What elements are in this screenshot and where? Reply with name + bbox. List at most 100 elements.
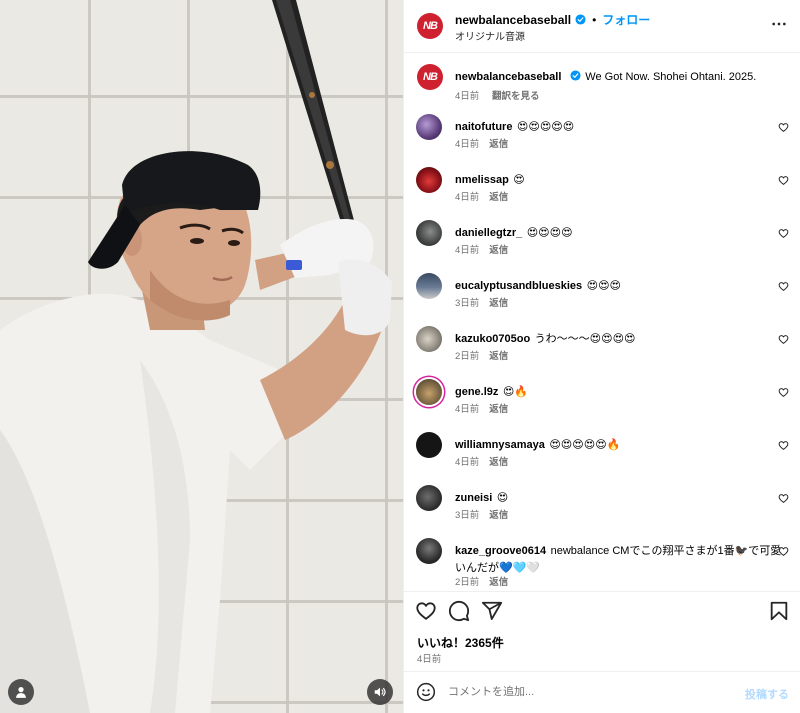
post-comment-button[interactable]: 投稿する <box>745 686 789 702</box>
comment-text: 😍😍😍😍😍 <box>516 121 575 133</box>
comment-like-heart-icon[interactable] <box>778 122 789 133</box>
comment-line: daniellegtzr_ 😍😍😍😍 <box>455 224 785 241</box>
comment-username[interactable]: nmelissap <box>455 174 509 186</box>
comment-like-heart-icon[interactable] <box>778 334 789 345</box>
comment-like-heart-icon[interactable] <box>778 281 789 292</box>
commenter-avatar[interactable] <box>416 273 442 299</box>
commenter-avatar[interactable] <box>416 167 442 193</box>
reply-button[interactable]: 返信 <box>489 245 508 256</box>
comment-item: nmelissap 😍 4日前 返信 <box>404 167 800 219</box>
comment-line: kazuko0705oo うわ〜〜〜😍😍😍😍 <box>455 330 785 347</box>
user-icon <box>16 687 26 698</box>
commenter-avatar[interactable] <box>416 220 442 246</box>
comment-line: gene.l9z 😍🔥 <box>455 383 785 400</box>
comment-item: kazuko0705oo うわ〜〜〜😍😍😍😍 2日前 返信 <box>404 326 800 378</box>
share-send-icon[interactable] <box>481 600 503 622</box>
caption-line: newbalancebaseball We Got Now. Shohei Oh… <box>455 68 785 85</box>
comment-text: 😍 <box>496 492 509 504</box>
reply-button[interactable]: 返信 <box>489 351 508 362</box>
caption-username[interactable]: newbalancebaseball <box>455 71 561 83</box>
comment-like-heart-icon[interactable] <box>778 175 789 186</box>
reply-button[interactable]: 返信 <box>489 510 508 521</box>
comment-text: 😍😍😍😍😍🔥 <box>549 439 621 451</box>
comment-like-heart-icon[interactable] <box>778 440 789 451</box>
comment-like-heart-icon[interactable] <box>778 228 789 239</box>
comment-username[interactable]: eucalyptusandblueskies <box>455 280 582 292</box>
comment-meta: 3日前 返信 <box>455 507 518 521</box>
caption-time: 4日前 <box>455 91 480 102</box>
comment-like-heart-icon[interactable] <box>778 387 789 398</box>
audio-label[interactable]: オリジナル音源 <box>455 28 525 43</box>
comment-time: 2日前 <box>455 577 480 588</box>
account-username[interactable]: newbalancebaseball <box>455 13 571 27</box>
tagged-user-button[interactable] <box>8 679 34 705</box>
more-options-icon[interactable] <box>771 16 787 32</box>
comment-item: daniellegtzr_ 😍😍😍😍 4日前 返信 <box>404 220 800 272</box>
reply-button[interactable]: 返信 <box>489 139 508 150</box>
comment-line: williamnysamaya 😍😍😍😍😍🔥 <box>455 436 785 453</box>
comment-item: naitofuture 😍😍😍😍😍 4日前 返信 <box>404 114 800 166</box>
reply-button[interactable]: 返信 <box>489 457 508 468</box>
comment-username[interactable]: gene.l9z <box>455 386 498 398</box>
commenter-avatar[interactable] <box>416 326 442 352</box>
video-frame-image <box>0 0 392 713</box>
comment-input[interactable] <box>448 681 728 703</box>
comment-meta: 4日前 返信 <box>455 189 518 203</box>
commenter-avatar[interactable] <box>416 379 442 405</box>
comment-username[interactable]: kaze_groove0614 <box>455 545 546 557</box>
header-separator: • <box>592 12 597 27</box>
comments-list[interactable]: NB newbalancebaseball We Got Now. Shohei… <box>404 54 800 591</box>
reply-button[interactable]: 返信 <box>489 192 508 203</box>
translate-button[interactable]: 翻訳を見る <box>492 91 540 102</box>
brand-logo-text: NB <box>423 20 438 32</box>
comment-meta: 4日前 返信 <box>455 136 518 150</box>
comment-composer: 投稿する <box>404 671 800 713</box>
comment-text: 😍 <box>513 174 525 186</box>
reply-button[interactable]: 返信 <box>489 577 508 588</box>
comment-username[interactable]: zuneisi <box>455 492 492 504</box>
comment-meta: 3日前 返信 <box>455 295 518 309</box>
post-header: NB newbalancebaseball • フォロー オリジナル音源 <box>404 0 800 53</box>
follow-button[interactable]: フォロー <box>602 11 650 28</box>
comment-time: 4日前 <box>455 139 480 150</box>
commenter-avatar[interactable] <box>416 114 442 140</box>
comment-username[interactable]: daniellegtzr_ <box>455 227 522 239</box>
sound-toggle-button[interactable] <box>367 679 393 705</box>
comment-time: 4日前 <box>455 457 480 468</box>
comment-like-heart-icon[interactable] <box>778 546 789 557</box>
header-user-line: newbalancebaseball • フォロー <box>455 11 650 28</box>
comment-item: williamnysamaya 😍😍😍😍😍🔥 4日前 返信 <box>404 432 800 484</box>
save-bookmark-icon[interactable] <box>768 600 790 622</box>
comment-username[interactable]: kazuko0705oo <box>455 333 530 345</box>
comment-time: 4日前 <box>455 404 480 415</box>
comment-like-heart-icon[interactable] <box>778 493 789 504</box>
like-heart-icon[interactable] <box>415 600 437 622</box>
account-avatar[interactable]: NB <box>417 13 443 39</box>
emoji-smiley-icon[interactable] <box>416 682 436 702</box>
comment-line: nmelissap 😍 <box>455 171 785 188</box>
comment-line: zuneisi 😍 <box>455 489 785 506</box>
post-actions: いいね！2365件 4日前 <box>404 591 800 671</box>
comment-username[interactable]: naitofuture <box>455 121 512 133</box>
caption-avatar[interactable]: NB <box>417 64 443 90</box>
comment-meta: 4日前 返信 <box>455 454 518 468</box>
caption-meta: 4日前 翻訳を見る <box>455 88 549 102</box>
comment-meta: 2日前 返信 <box>455 574 518 588</box>
brand-logo-text: NB <box>423 71 438 83</box>
post-media[interactable] <box>0 0 403 713</box>
comment-text: 😍😍😍😍 <box>526 227 573 239</box>
like-count[interactable]: いいね！2365件 <box>417 634 504 651</box>
comment-bubble-icon[interactable] <box>448 600 470 622</box>
comment-text: 😍🔥 <box>502 386 529 398</box>
comment-line: eucalyptusandblueskies 😍😍😍 <box>455 277 785 294</box>
commenter-avatar[interactable] <box>416 485 442 511</box>
comment-text: 😍😍😍 <box>586 280 622 292</box>
commenter-avatar[interactable] <box>416 538 442 564</box>
comment-item: gene.l9z 😍🔥 4日前 返信 <box>404 379 800 431</box>
commenter-avatar[interactable] <box>416 432 442 458</box>
reply-button[interactable]: 返信 <box>489 404 508 415</box>
post-details-panel: NB newbalancebaseball • フォロー オリジナル音源 NB … <box>403 0 800 713</box>
reply-button[interactable]: 返信 <box>489 298 508 309</box>
caption-text: We Got Now. Shohei Ohtani. 2025. <box>585 71 757 83</box>
comment-username[interactable]: williamnysamaya <box>455 439 545 451</box>
